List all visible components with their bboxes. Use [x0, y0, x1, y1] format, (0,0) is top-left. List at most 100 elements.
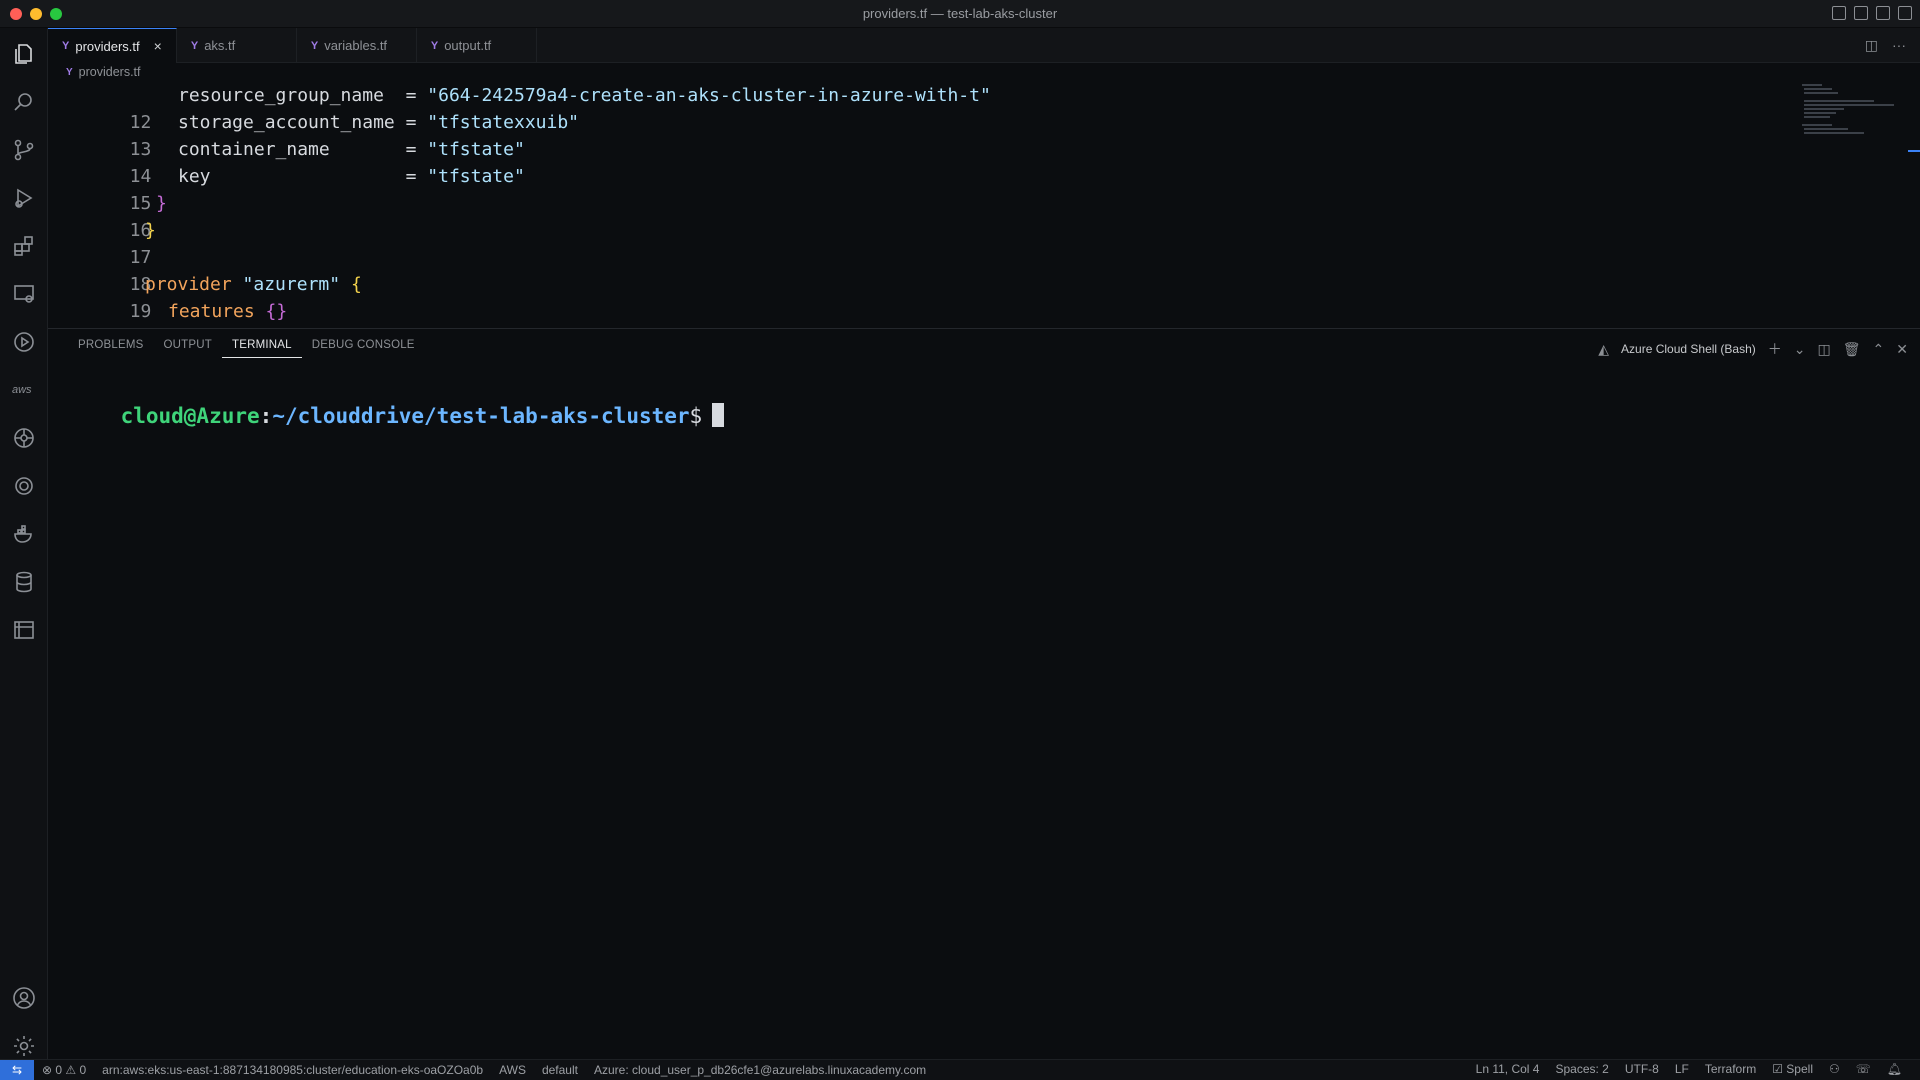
cursor-position[interactable]: Ln 11, Col 4	[1468, 1062, 1548, 1076]
close-panel-icon[interactable]: ✕	[1896, 341, 1908, 358]
tab-variables-tf[interactable]: Y variables.tf	[297, 28, 417, 63]
encoding[interactable]: UTF-8	[1617, 1062, 1667, 1076]
terminal-shell-label[interactable]: Azure Cloud Shell (Bash)	[1621, 342, 1756, 356]
split-editor-icon[interactable]: ◫	[1865, 37, 1878, 54]
code-line: 13 storage_account_name = "tfstatexxuib"	[48, 109, 579, 160]
terminal-cursor	[712, 403, 725, 427]
code-block-name: features	[168, 301, 255, 322]
kubernetes-icon[interactable]	[12, 426, 36, 450]
code-brace: {}	[265, 301, 288, 322]
settings-gear-icon[interactable]	[12, 1034, 36, 1058]
code-line: 17 }	[48, 217, 156, 268]
code-string: "tfstatexxuib"	[427, 112, 579, 133]
search-icon[interactable]	[12, 90, 36, 114]
aws-profile[interactable]: default	[534, 1063, 586, 1077]
bottom-panel: PROBLEMS OUTPUT TERMINAL DEBUG CONSOLE ◭…	[48, 328, 1920, 1059]
tab-debug-console[interactable]: DEBUG CONSOLE	[302, 339, 425, 358]
extensions-icon[interactable]	[12, 234, 36, 258]
eks-cluster-arn[interactable]: arn:aws:eks:us-east-1:887134180985:clust…	[94, 1063, 491, 1077]
run-debug-icon[interactable]	[12, 186, 36, 210]
tab-output[interactable]: OUTPUT	[154, 339, 222, 358]
code-line: 20 features {}	[48, 298, 288, 349]
code-operator: =	[405, 85, 417, 106]
language-mode[interactable]: Terraform	[1697, 1062, 1764, 1076]
new-terminal-icon[interactable]: ＋	[1768, 339, 1782, 359]
remote-explorer-icon[interactable]	[12, 282, 36, 306]
breadcrumb[interactable]: Y providers.tf	[66, 65, 141, 79]
code-attribute: resource_group_name	[178, 85, 384, 106]
code-string: "azurerm"	[242, 274, 341, 295]
toggle-secondary-sidebar-icon[interactable]	[1876, 6, 1890, 20]
code-line: 18	[48, 244, 152, 295]
window-title: providers.tf — test-lab-aks-cluster	[862, 6, 1058, 21]
code-operator: =	[405, 112, 417, 133]
panel-actions: ◭ Azure Cloud Shell (Bash) ＋ ⌄ ◫ 🗑 ⌃ ✕	[1598, 339, 1908, 359]
minimap[interactable]	[1796, 82, 1906, 152]
toggle-panel-icon[interactable]	[1854, 6, 1868, 20]
activity-bar: aws	[0, 28, 48, 1059]
code-line: 16 }	[48, 190, 167, 241]
terraform-file-icon: Y	[66, 66, 73, 78]
code-brace: }	[145, 220, 156, 241]
code-brace: }	[156, 193, 167, 214]
code-line: 14 container_name = "tfstate"	[48, 136, 525, 187]
terminal-output[interactable]: cloud@Azure:~/clouddrive/test-lab-aks-cl…	[70, 379, 725, 452]
indentation[interactable]: Spaces: 2	[1547, 1062, 1616, 1076]
tab-terminal[interactable]: TERMINAL	[222, 339, 302, 358]
code-attribute: key	[178, 166, 211, 187]
panel-tabs: PROBLEMS OUTPUT TERMINAL DEBUG CONSOLE	[68, 339, 425, 358]
problems-count[interactable]: ⊗ 0 ⚠ 0	[34, 1063, 94, 1077]
panel-icon[interactable]	[12, 618, 36, 642]
tab-output-tf[interactable]: Y output.tf	[417, 28, 537, 63]
customize-layout-icon[interactable]	[1898, 6, 1912, 20]
spell-icon: ☑	[1772, 1062, 1787, 1076]
spell-check[interactable]: ☑ Spell	[1764, 1062, 1821, 1076]
terminal-dropdown-icon[interactable]: ⌄	[1794, 341, 1806, 358]
feedback-icon[interactable]: ☏	[1848, 1062, 1879, 1076]
tab-aks-tf[interactable]: Y aks.tf	[177, 28, 297, 63]
copilot-icon[interactable]: ⚇	[1821, 1062, 1848, 1076]
terraform-file-icon: Y	[310, 39, 319, 52]
kill-terminal-icon[interactable]: 🗑	[1843, 341, 1861, 358]
layout-controls	[1832, 6, 1912, 20]
code-line: 19 provider "azurerm" {	[48, 271, 362, 322]
explorer-icon[interactable]	[12, 42, 36, 66]
code-line: 12 resource_group_name = "664-242579a4-c…	[48, 82, 991, 133]
terraform-file-icon: Y	[62, 40, 70, 52]
tab-label: variables.tf	[324, 38, 388, 53]
more-actions-icon[interactable]: ···	[1892, 37, 1906, 54]
end-of-line[interactable]: LF	[1667, 1062, 1697, 1076]
docker-icon[interactable]	[12, 522, 36, 546]
code-string: "tfstate"	[427, 166, 525, 187]
aws-status[interactable]: AWS	[491, 1063, 534, 1077]
editor-scroll-indicator[interactable]	[1908, 150, 1920, 152]
account-icon[interactable]	[12, 986, 36, 1010]
code-attribute: container_name	[178, 139, 330, 160]
close-tab-icon[interactable]: ×	[154, 38, 162, 54]
toggle-primary-sidebar-icon[interactable]	[1832, 6, 1846, 20]
notifications-bell-icon[interactable]: 🔔︎	[1879, 1062, 1910, 1076]
maximize-panel-icon[interactable]: ⌃	[1873, 341, 1885, 358]
title-bar: providers.tf — test-lab-aks-cluster	[0, 0, 1920, 28]
helm-icon[interactable]	[12, 474, 36, 498]
remote-indicator-icon[interactable]: ⇆	[0, 1059, 34, 1080]
source-control-icon[interactable]	[12, 138, 36, 162]
code-brace: {	[350, 274, 362, 295]
tab-label: providers.tf	[75, 38, 140, 54]
breadcrumb-file[interactable]: providers.tf	[79, 65, 141, 79]
code-operator: =	[405, 166, 417, 187]
terminal-separator: :	[259, 404, 273, 428]
editor-tabs: Y providers.tf × Y aks.tf Y variables.tf…	[48, 28, 1920, 63]
code-string: "tfstate"	[427, 139, 525, 160]
status-bar-right: Ln 11, Col 4 Spaces: 2 UTF-8 LF Terrafor…	[1468, 1062, 1910, 1076]
code-editor[interactable]: 12 resource_group_name = "664-242579a4-c…	[48, 82, 1920, 349]
aws-icon[interactable]: aws	[12, 378, 36, 402]
play-icon[interactable]	[12, 330, 36, 354]
terminal-prompt: $	[689, 404, 703, 428]
database-icon[interactable]	[12, 570, 36, 594]
tab-problems[interactable]: PROBLEMS	[68, 339, 154, 358]
split-terminal-icon[interactable]: ◫	[1818, 341, 1831, 358]
code-keyword: provider	[145, 274, 232, 295]
tab-providers-tf[interactable]: Y providers.tf ×	[48, 28, 177, 63]
azure-account[interactable]: Azure: cloud_user_p_db26cfe1@azurelabs.l…	[586, 1063, 934, 1077]
